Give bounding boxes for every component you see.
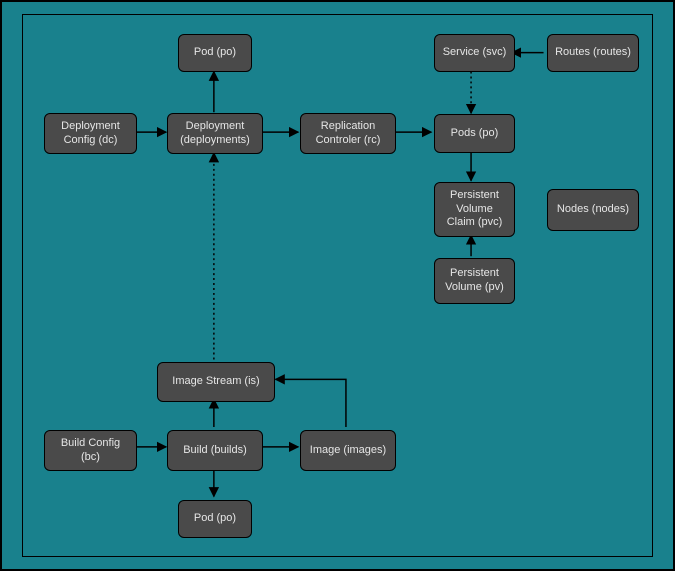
node-nodes: Nodes (nodes) xyxy=(547,189,639,231)
node-routes: Routes (routes) xyxy=(547,34,639,72)
node-replication-controller: Replication Controler (rc) xyxy=(300,113,396,154)
node-pod-bottom: Pod (po) xyxy=(178,500,252,538)
node-image-stream: Image Stream (is) xyxy=(157,362,275,402)
node-build: Build (builds) xyxy=(167,430,263,471)
diagram-canvas: Deployment Config (dc) Deployment (deplo… xyxy=(0,0,675,571)
node-pvc: Persistent Volume Claim (pvc) xyxy=(434,182,515,237)
node-image: Image (images) xyxy=(300,430,396,471)
node-pods: Pods (po) xyxy=(434,114,515,153)
node-pod-top: Pod (po) xyxy=(178,34,252,72)
node-deployment: Deployment (deployments) xyxy=(167,113,263,154)
node-pv: Persistent Volume (pv) xyxy=(434,258,515,304)
node-build-config: Build Config (bc) xyxy=(44,430,137,471)
node-service: Service (svc) xyxy=(434,34,515,72)
node-deployment-config: Deployment Config (dc) xyxy=(44,113,137,154)
diagram-frame xyxy=(22,14,653,557)
